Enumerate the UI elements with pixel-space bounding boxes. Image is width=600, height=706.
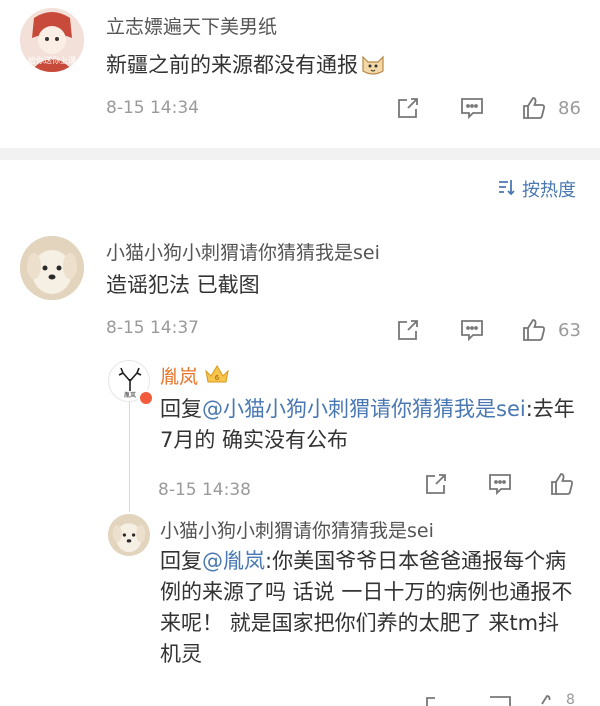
comment-icon[interactable] [486, 692, 514, 706]
reply-author-row: 胤岚 6 [160, 362, 230, 389]
comment-author[interactable]: 小猫小狗小刺猬请你猜猜我是sei [106, 238, 380, 265]
mention-link[interactable]: @小猫小狗小刺猬请你猜猜我是sei [202, 397, 526, 421]
like-count: 86 [558, 98, 581, 119]
reply-prefix: 回复 [160, 549, 202, 573]
share-icon[interactable] [394, 316, 422, 344]
dog-avatar-icon [108, 514, 150, 556]
like-icon[interactable] [548, 470, 576, 498]
dog-avatar-icon [20, 236, 84, 300]
comment-content: 新疆之前的来源都没有通报 [106, 50, 576, 86]
sort-icon [496, 177, 516, 202]
comment-time: 8-15 14:34 [106, 98, 199, 118]
mention-link[interactable]: @胤岚 [202, 549, 265, 573]
reply-author[interactable]: 小猫小狗小刺猬请你猜猜我是sei [160, 516, 434, 543]
comment-author[interactable]: 立志嫖遍天下美男纸 [106, 12, 277, 39]
like-count: 63 [558, 320, 581, 341]
share-icon[interactable] [394, 94, 422, 122]
comment-icon[interactable] [458, 94, 486, 122]
reply-content: 回复@胤岚:你美国爷爷日本爸爸通报每个病例的来源了吗 话说 一日十万的病例也通报… [160, 546, 580, 670]
like-count: 8 [566, 692, 575, 706]
sort-row: 按热度 [0, 172, 600, 208]
reply-2: 小猫小狗小刺猬请你猜猜我是sei 回复@胤岚:你美国爷爷日本爸爸通报每个病例的来… [0, 508, 600, 706]
like-icon[interactable] [534, 692, 562, 706]
svg-text:6: 6 [215, 374, 220, 382]
reply-prefix: 回复 [160, 397, 202, 421]
sort-by-hot-button[interactable]: 按热度 [496, 176, 576, 202]
crown-vip-icon: 6 [204, 363, 230, 389]
verified-badge-icon [138, 390, 154, 406]
avatar[interactable] [108, 514, 150, 556]
reply-1: 胤岚 胤岚 6 回复@小猫小狗小刺猬请你猜猜我是sei:去年7月的 确实没有公布… [0, 356, 600, 506]
comment-2: 小猫小狗小刺猬请你猜猜我是sei 造谣犯法 已截图 8-15 14:37 63 [0, 220, 600, 360]
comment-icon[interactable] [458, 316, 486, 344]
sort-label: 按热度 [522, 180, 576, 201]
reply-time: 8-15 14:38 [158, 480, 251, 500]
comment-time: 8-15 14:37 [106, 318, 199, 338]
cat-emoji-icon [360, 51, 386, 86]
comment-content: 造谣犯法 已截图 [106, 273, 260, 297]
avatar[interactable] [20, 236, 84, 300]
like-icon[interactable] [520, 316, 548, 344]
share-icon[interactable] [422, 470, 450, 498]
like-icon[interactable] [520, 94, 548, 122]
share-icon[interactable] [422, 692, 450, 706]
reply-content: 回复@小猫小狗小刺猬请你猜猜我是sei:去年7月的 确实没有公布 [160, 394, 580, 456]
section-divider [0, 148, 600, 160]
avatar[interactable]: 给你送你上课 [20, 8, 84, 72]
comment-icon[interactable] [486, 470, 514, 498]
avatar-caption: 给你送你上课 [28, 56, 76, 65]
svg-text:胤岚: 胤岚 [124, 391, 136, 399]
comment-1: 给你送你上课 立志嫖遍天下美男纸 新疆之前的来源都没有通报 8-15 14:34… [0, 0, 600, 148]
reply-author[interactable]: 胤岚 [160, 362, 198, 389]
